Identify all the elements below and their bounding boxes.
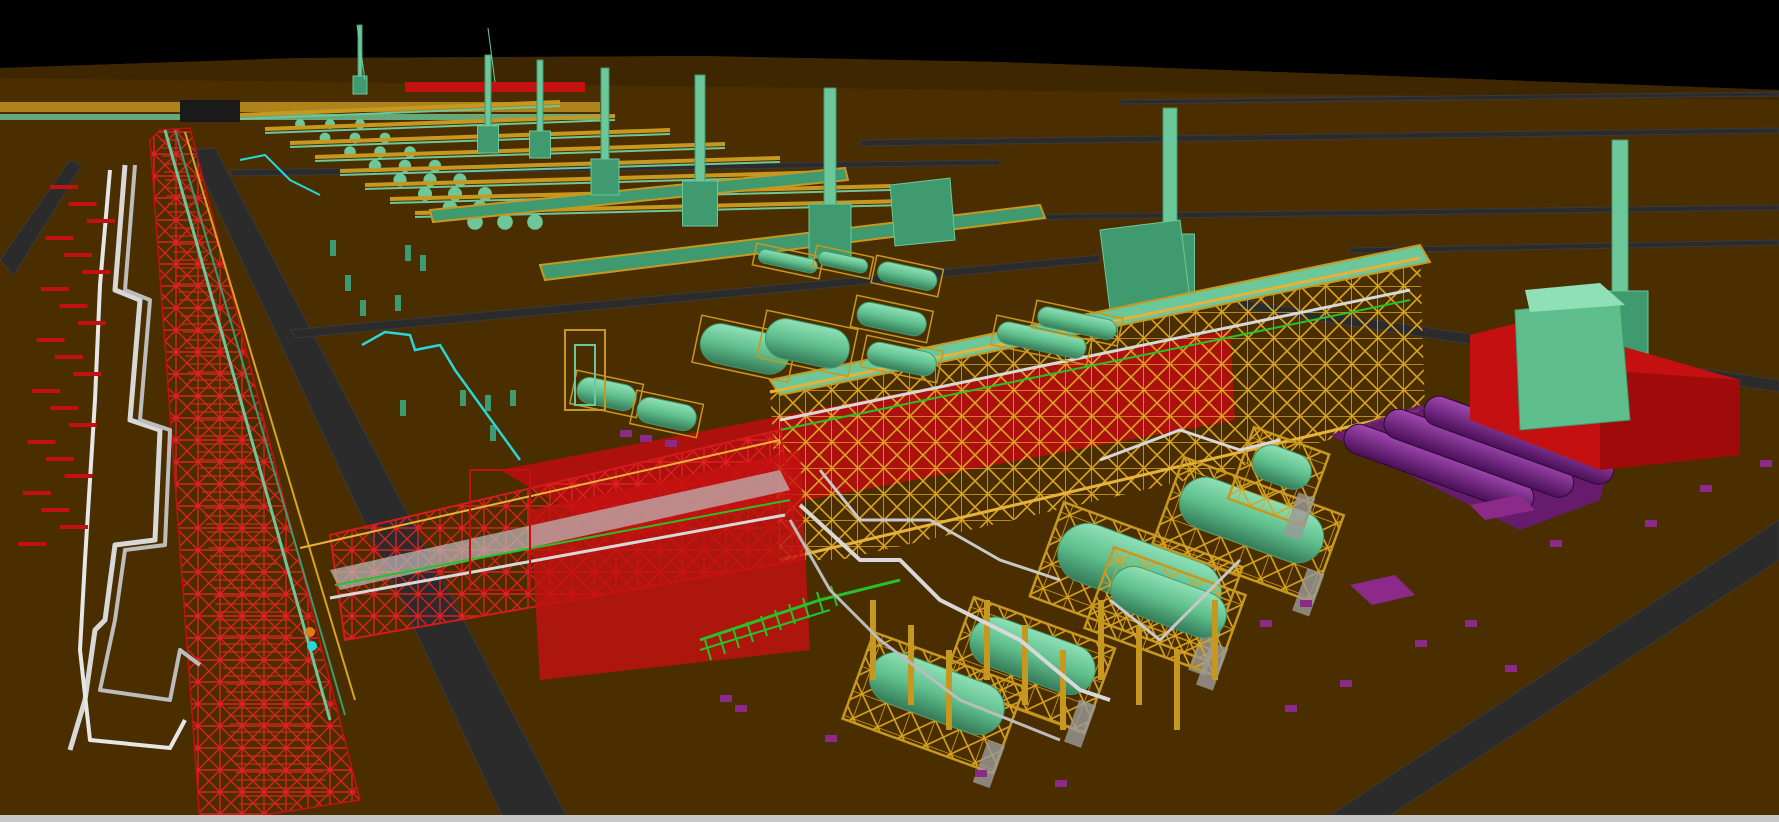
small-equipment <box>460 390 466 406</box>
red-marking <box>64 474 93 478</box>
small-equipment <box>330 240 336 256</box>
red-marking <box>23 491 51 495</box>
red-marking <box>18 542 47 546</box>
foundation-pad <box>1260 620 1272 627</box>
red-marking <box>87 219 115 223</box>
foundation-pad <box>1415 640 1427 647</box>
chimney-stack-icon <box>484 54 492 131</box>
red-marking <box>82 270 111 274</box>
stack-base <box>529 130 551 159</box>
foundation-pad <box>1300 600 1312 607</box>
small-equipment <box>510 390 516 406</box>
foundation-pad <box>1760 460 1772 467</box>
foundation-pad <box>1055 780 1067 787</box>
red-marking <box>32 389 60 393</box>
horizontal-vessel-icon <box>453 173 467 187</box>
red-marking <box>36 338 65 342</box>
chimney-stack-icon <box>823 87 837 209</box>
red-marking <box>41 287 69 291</box>
support-leg <box>1212 600 1218 680</box>
cyan-valve <box>307 641 317 651</box>
orange-valve <box>305 627 315 637</box>
stack-base <box>590 158 620 196</box>
support-leg <box>1174 650 1180 730</box>
small-equipment <box>345 275 351 291</box>
chimney-stack-icon <box>1611 139 1629 296</box>
foundation-pad <box>1340 680 1352 687</box>
foundation-pad <box>1465 620 1477 627</box>
small-equipment <box>485 395 491 411</box>
support-leg <box>1060 650 1066 730</box>
support-leg <box>1022 625 1028 705</box>
red-marking <box>69 423 97 427</box>
support-leg <box>1136 625 1142 705</box>
foundation-pad <box>665 440 677 447</box>
foundation-pad <box>620 430 632 437</box>
red-marking <box>45 236 74 240</box>
red-marking <box>78 321 106 325</box>
red-marking <box>41 508 70 512</box>
foundation-pad <box>975 770 987 777</box>
foundation-pad <box>1505 665 1517 672</box>
foundation-pad <box>825 735 837 742</box>
red-marking <box>64 253 92 257</box>
red-marking <box>68 202 97 206</box>
small-equipment <box>395 295 401 311</box>
chimney-stack-icon <box>694 74 706 186</box>
red-marking <box>50 406 79 410</box>
red-marking <box>73 372 102 376</box>
red-marking <box>27 440 56 444</box>
small-equipment <box>400 400 406 416</box>
support-leg <box>984 600 990 680</box>
chimney-stack-icon <box>600 67 610 164</box>
foundation-pad <box>1700 485 1712 492</box>
heater-green-body <box>1514 299 1631 431</box>
plant-3d-scene[interactable] <box>0 0 1779 822</box>
red-marking <box>46 457 74 461</box>
red-marking <box>59 304 88 308</box>
far-rack-red <box>405 82 585 92</box>
chimney-stack-icon <box>536 59 544 136</box>
small-equipment <box>360 300 366 316</box>
horizontal-vessel-icon <box>478 187 492 201</box>
foundation-pad <box>640 435 652 442</box>
foundation-pad <box>1550 540 1562 547</box>
horizontal-vessel-icon <box>428 159 442 173</box>
chimney-stack-icon <box>1162 107 1178 239</box>
foundation-pad <box>735 705 747 712</box>
far-flat-block <box>180 100 240 122</box>
heater-far-body <box>889 177 956 247</box>
foundation-pad <box>1285 705 1297 712</box>
red-marking <box>50 185 78 189</box>
red-marking <box>60 525 88 529</box>
stack-base <box>682 180 718 227</box>
foundation-pad <box>720 695 732 702</box>
3d-model-viewport[interactable] <box>0 0 1779 822</box>
small-equipment <box>420 255 426 271</box>
red-marking <box>55 355 83 359</box>
support-leg <box>1098 600 1104 680</box>
stack-base <box>477 125 499 154</box>
status-strip <box>0 815 1779 822</box>
horizontal-vessel-icon <box>527 214 543 230</box>
small-equipment <box>405 245 411 261</box>
horizontal-vessel-icon <box>497 214 513 230</box>
foundation-pad <box>1645 520 1657 527</box>
support-leg <box>870 600 876 680</box>
